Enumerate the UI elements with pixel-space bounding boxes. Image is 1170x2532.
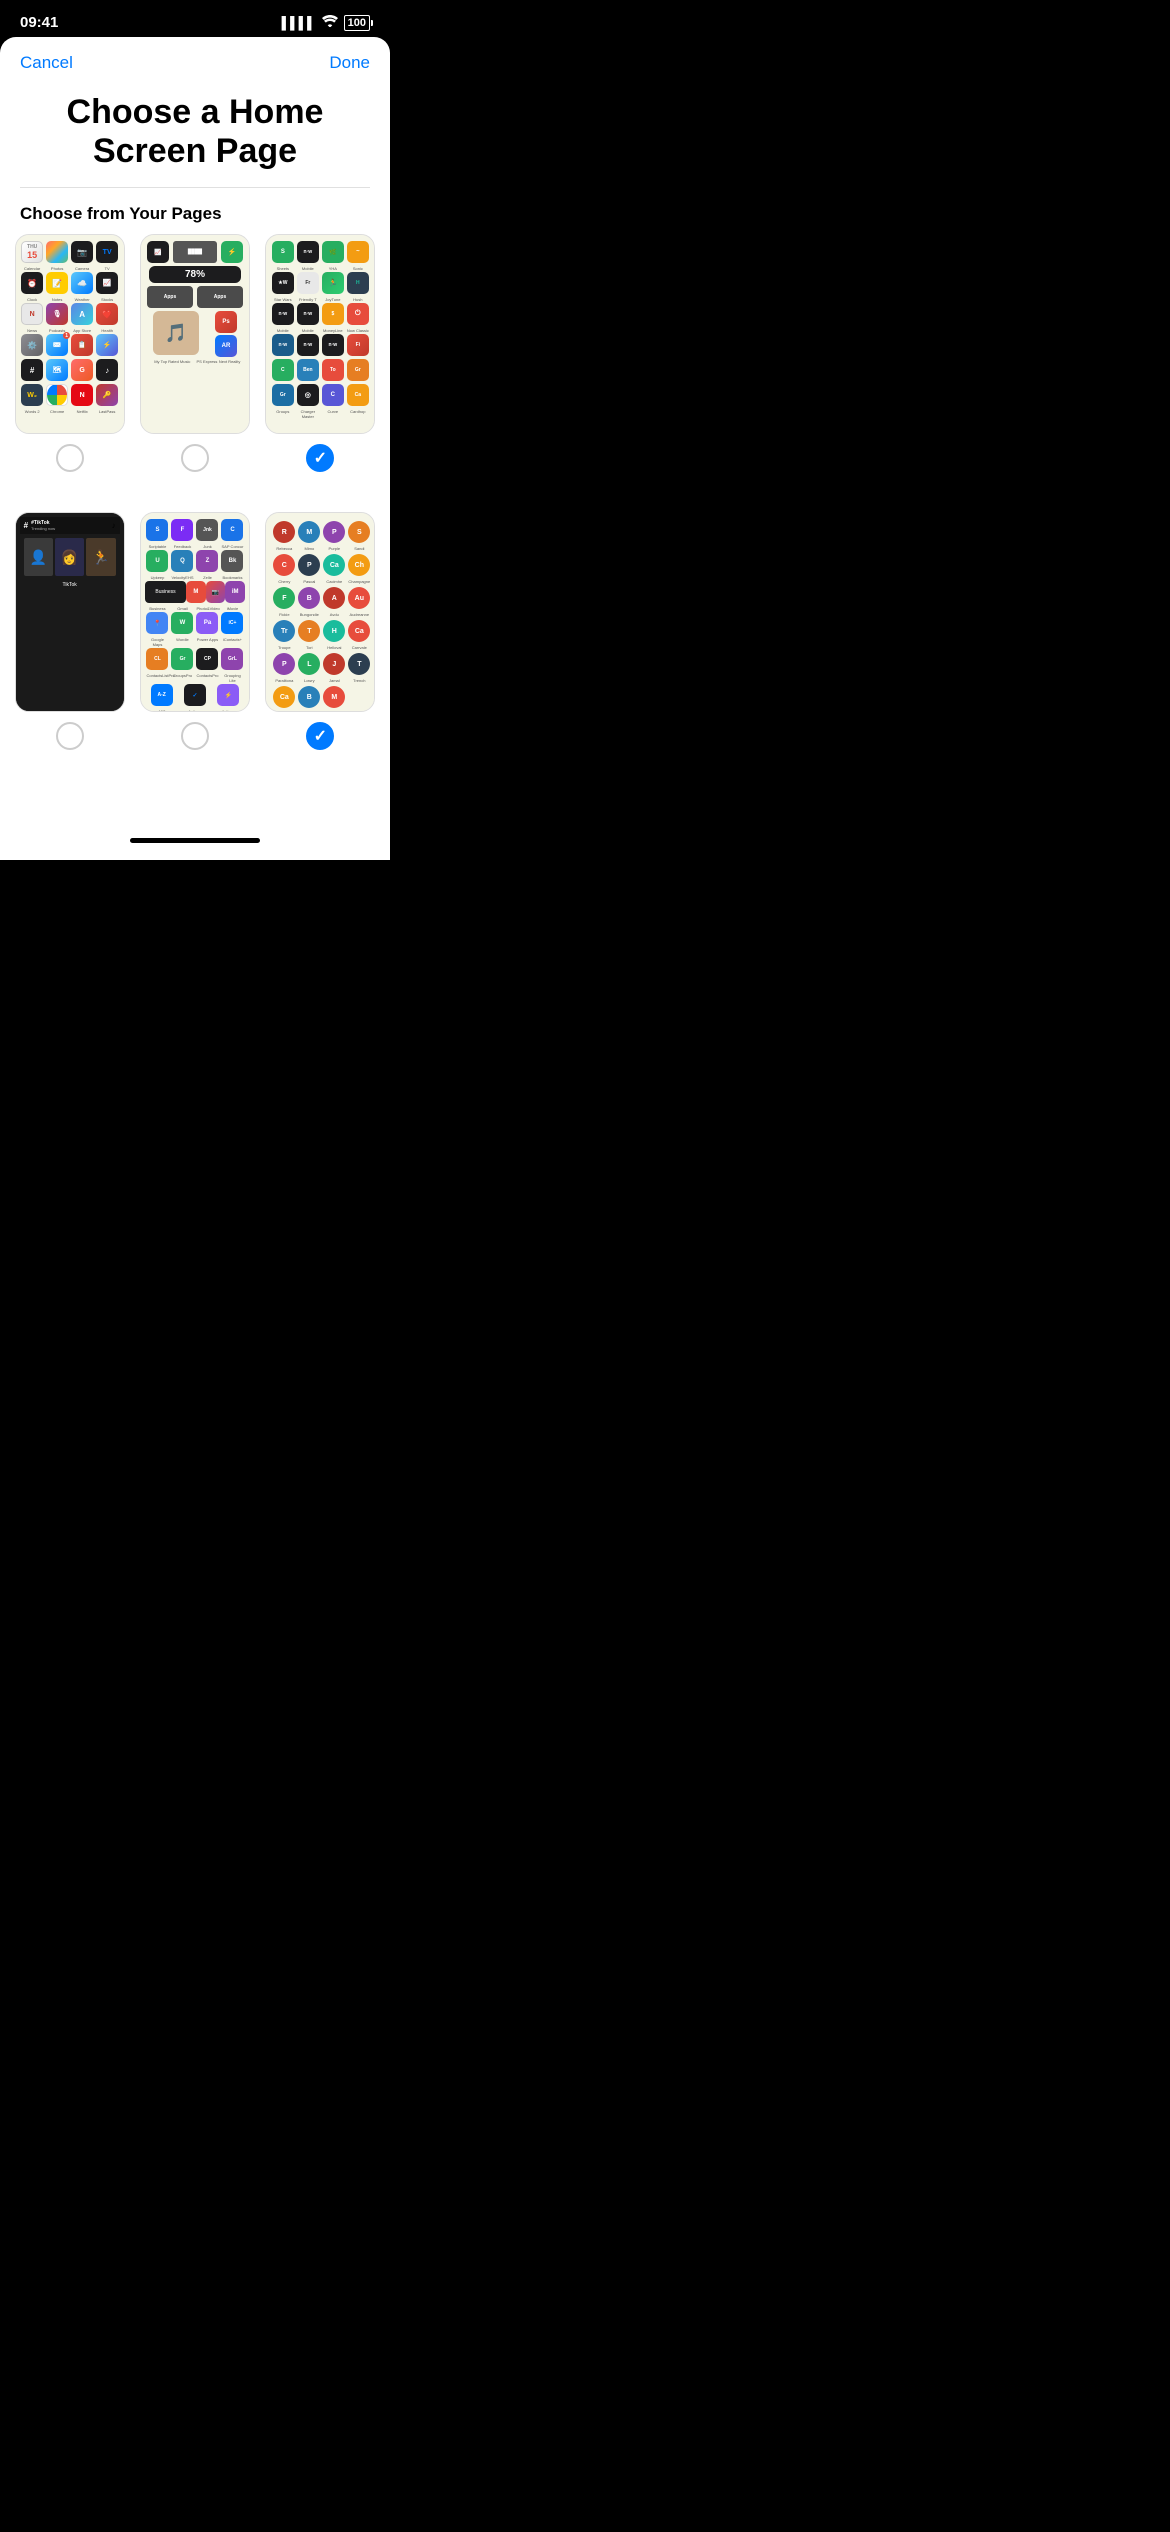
page-selector-4[interactable]: [56, 722, 84, 750]
page-item-3[interactable]: S n·w 🌿 ~ Sheets Mob: [263, 234, 378, 472]
status-bar: 09:41 ▌▌▌▌ 100: [0, 0, 390, 37]
nav-bar: Cancel Done: [0, 37, 390, 83]
page-title: Choose a Home Screen Page: [30, 93, 360, 171]
done-button[interactable]: Done: [329, 53, 370, 73]
page-thumb-5[interactable]: S F Jnk C Scriptable: [140, 512, 250, 712]
top-pages-grid: THU 15 📷 TV Calendar P: [0, 234, 390, 472]
page-item-2[interactable]: 📈 ████ ⚡ 78%: [137, 234, 252, 472]
battery-icon: 100: [344, 15, 370, 31]
status-icons: ▌▌▌▌ 100: [282, 15, 370, 31]
page-thumb-1[interactable]: THU 15 📷 TV Calendar P: [15, 234, 125, 434]
signal-icon: ▌▌▌▌: [282, 16, 316, 30]
page-item-4[interactable]: # #TikTok Trending now ♪ 👤 👩 🏃: [12, 512, 127, 750]
page-item-1[interactable]: THU 15 📷 TV Calendar P: [12, 234, 127, 472]
title-section: Choose a Home Screen Page: [0, 83, 390, 187]
time: 09:41: [20, 14, 58, 31]
page-thumb-2[interactable]: 📈 ████ ⚡ 78%: [140, 234, 250, 434]
page-selector-2[interactable]: [181, 444, 209, 472]
section-label: Choose from Your Pages: [0, 188, 390, 234]
page-thumb-4[interactable]: # #TikTok Trending now ♪ 👤 👩 🏃: [15, 512, 125, 712]
page-item-6[interactable]: R M P S Rebecca Mimo Purple Sandi C P Ca…: [263, 512, 378, 750]
page-selector-3[interactable]: [306, 444, 334, 472]
sheet: Cancel Done Choose a Home Screen Page Ch…: [0, 37, 390, 860]
cancel-button[interactable]: Cancel: [20, 53, 73, 73]
home-indicator: [0, 820, 390, 860]
home-bar: [130, 838, 260, 843]
wifi-icon: [322, 15, 338, 30]
page-thumb-6[interactable]: R M P S Rebecca Mimo Purple Sandi C P Ca…: [265, 512, 375, 712]
page-selector-5[interactable]: [181, 722, 209, 750]
page-thumb-3[interactable]: S n·w 🌿 ~ Sheets Mob: [265, 234, 375, 434]
lower-pages-grid: # #TikTok Trending now ♪ 👤 👩 🏃: [0, 492, 390, 760]
page-selector-6[interactable]: [306, 722, 334, 750]
page-item-5[interactable]: S F Jnk C Scriptable: [137, 512, 252, 750]
page-selector-1[interactable]: [56, 444, 84, 472]
